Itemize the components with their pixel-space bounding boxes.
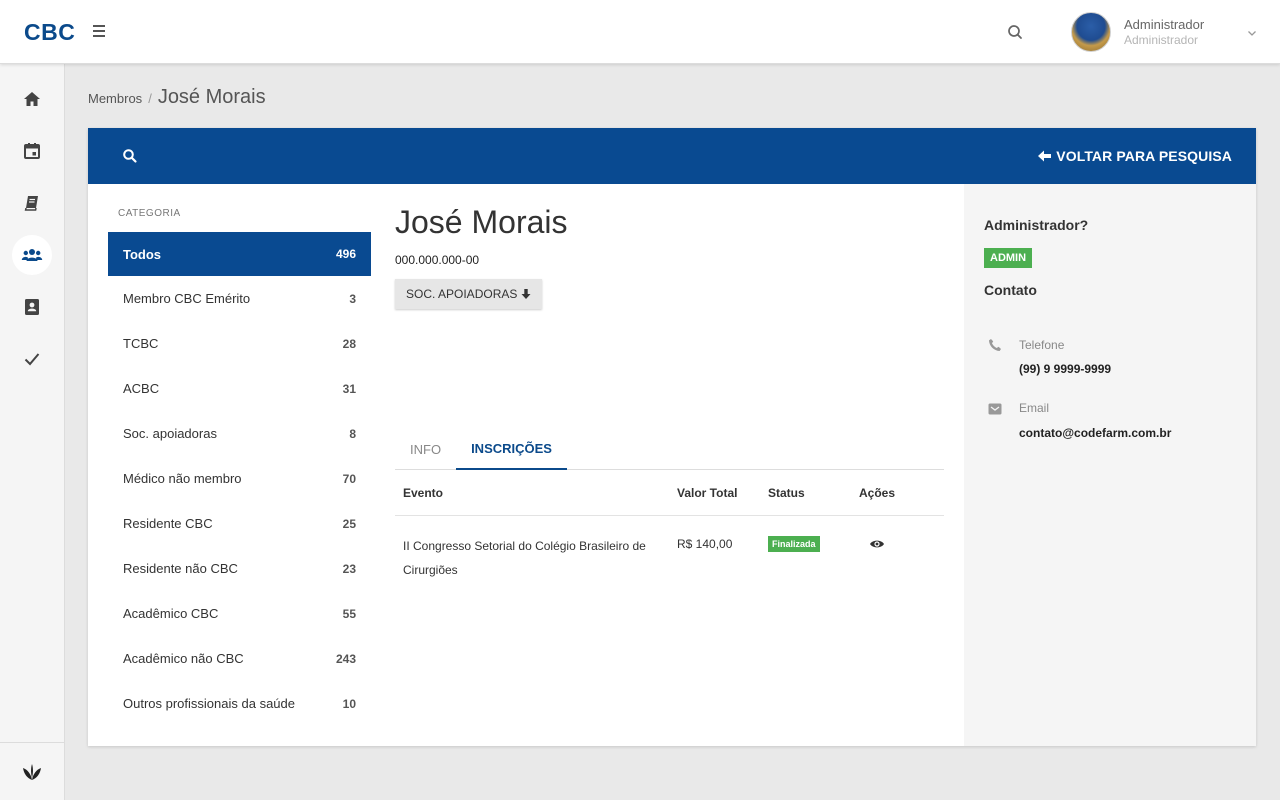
column-header-status: Status	[768, 486, 805, 500]
member-card: VOLTAR PARA PESQUISA CATEGORIA Todos 496 …	[88, 128, 1256, 746]
header-search-icon[interactable]	[122, 148, 138, 164]
category-item-academico-cbc[interactable]: Acadêmico CBC 55	[108, 591, 371, 636]
phone-icon	[988, 338, 1002, 352]
check-icon[interactable]	[12, 339, 52, 379]
cell-evento: II Congresso Setorial do Colégio Brasile…	[403, 539, 646, 577]
member-name: José Morais	[395, 204, 568, 240]
member-cpf: 000.000.000-00	[395, 253, 480, 267]
category-list: Todos 496 Membro CBC Emérito 3 TCBC 28 ACBC…	[108, 232, 371, 726]
chevron-down-icon[interactable]	[1246, 26, 1258, 38]
contact-title: Contato	[984, 282, 1037, 298]
search-icon[interactable]	[1005, 22, 1025, 42]
breadcrumb: Membros / José Morais	[88, 86, 266, 109]
category-label: Acadêmico não CBC	[123, 651, 244, 666]
category-item-soc-apoiadoras[interactable]: Soc. apoiadoras 8	[108, 411, 371, 456]
category-count: 496	[335, 247, 356, 261]
tab-info[interactable]: INFO	[395, 428, 456, 470]
category-count: 10	[342, 696, 356, 711]
leaf-logo-icon[interactable]	[0, 742, 64, 800]
arrow-left-icon	[1038, 150, 1052, 162]
status-badge: Finalizada	[768, 536, 820, 552]
breadcrumb-separator: /	[148, 91, 152, 106]
inscricoes-table: Evento Valor Total Status Ações II Congr…	[395, 471, 944, 596]
category-count: 70	[342, 471, 356, 486]
category-item-membro-cbc-emerito[interactable]: Membro CBC Emérito 3	[108, 276, 371, 321]
home-icon[interactable]	[12, 79, 52, 119]
category-label: ACBC	[123, 381, 160, 396]
phone-label: Telefone	[1019, 338, 1065, 352]
category-label: Todos	[123, 246, 162, 262]
category-label: Outros profissionais da saúde	[123, 696, 295, 711]
category-item-residente-nao-cbc[interactable]: Residente não CBC 23	[108, 546, 371, 591]
category-item-residente-cbc[interactable]: Residente CBC 25	[108, 501, 371, 546]
admin-question: Administrador?	[984, 217, 1089, 233]
category-count: 23	[342, 561, 356, 576]
member-group-label: SOC. APOIADORAS	[406, 287, 518, 301]
category-label: Acadêmico CBC	[123, 606, 219, 621]
column-header-valor-total: Valor Total	[677, 486, 738, 500]
table-header: Evento Valor Total Status Ações	[395, 471, 944, 516]
calendar-icon[interactable]	[12, 131, 52, 171]
category-count: 25	[342, 516, 356, 531]
contact-panel: Administrador? ADMIN Contato Telefone (9…	[964, 184, 1256, 746]
card-header: VOLTAR PARA PESQUISA	[88, 128, 1256, 184]
app-logo[interactable]: CBC	[24, 19, 75, 46]
top-bar: CBC Administrador Administrador	[0, 0, 1280, 64]
member-tabs: INFO INSCRIÇÕES	[395, 428, 944, 470]
email-icon	[988, 402, 1002, 416]
category-count: 8	[349, 426, 356, 441]
arrow-down-icon	[521, 289, 531, 299]
breadcrumb-membros-link[interactable]: Membros	[88, 91, 142, 106]
category-item-academico-nao-cbc[interactable]: Acadêmico não CBC 243	[108, 636, 371, 681]
column-header-evento: Evento	[403, 486, 444, 500]
category-count: 28	[342, 336, 356, 351]
category-title: CATEGORIA	[118, 208, 181, 219]
nav-sidebar	[0, 64, 65, 800]
category-label: Médico não membro	[123, 471, 242, 486]
user-role: Administrador	[1124, 33, 1199, 47]
category-count: 243	[335, 651, 356, 666]
phone-value[interactable]: (99) 9 9999-9999	[1019, 362, 1111, 376]
back-to-search-label: VOLTAR PARA PESQUISA	[1056, 148, 1232, 164]
column-header-acoes: Ações	[859, 486, 896, 500]
user-name[interactable]: Administrador	[1124, 17, 1204, 32]
page-title: José Morais	[157, 86, 266, 108]
menu-icon[interactable]	[89, 22, 109, 42]
book-icon[interactable]	[12, 183, 52, 223]
category-item-outros-profissionais[interactable]: Outros profissionais da saúde 10	[108, 681, 371, 726]
category-label: Residente CBC	[123, 516, 213, 531]
category-item-medico-nao-membro[interactable]: Médico não membro 70	[108, 456, 371, 501]
category-item-todos[interactable]: Todos 496	[108, 232, 371, 276]
email-value[interactable]: contato@codefarm.com.br	[1019, 426, 1171, 440]
contact-card-icon[interactable]	[12, 287, 52, 327]
category-count: 31	[342, 381, 356, 396]
admin-badge: ADMIN	[984, 248, 1033, 268]
category-label: Membro CBC Emérito	[123, 291, 251, 306]
category-label: Soc. apoiadoras	[123, 426, 217, 441]
category-label: Residente não CBC	[123, 561, 238, 576]
members-icon[interactable]	[12, 235, 52, 275]
category-item-acbc[interactable]: ACBC 31	[108, 366, 371, 411]
category-item-tcbc[interactable]: TCBC 28	[108, 321, 371, 366]
eye-icon[interactable]	[869, 538, 885, 553]
avatar[interactable]	[1071, 12, 1111, 52]
back-to-search-button[interactable]: VOLTAR PARA PESQUISA	[1038, 148, 1232, 164]
category-label: TCBC	[123, 336, 159, 351]
table-row: II Congresso Setorial do Colégio Brasile…	[395, 516, 944, 596]
member-group-button[interactable]: SOC. APOIADORAS	[395, 279, 543, 309]
category-count: 55	[342, 606, 356, 621]
tab-inscricoes[interactable]: INSCRIÇÕES	[456, 428, 567, 470]
email-label: Email	[1019, 401, 1050, 415]
cell-valor: R$ 140,00	[677, 537, 733, 551]
category-count: 3	[349, 291, 356, 306]
